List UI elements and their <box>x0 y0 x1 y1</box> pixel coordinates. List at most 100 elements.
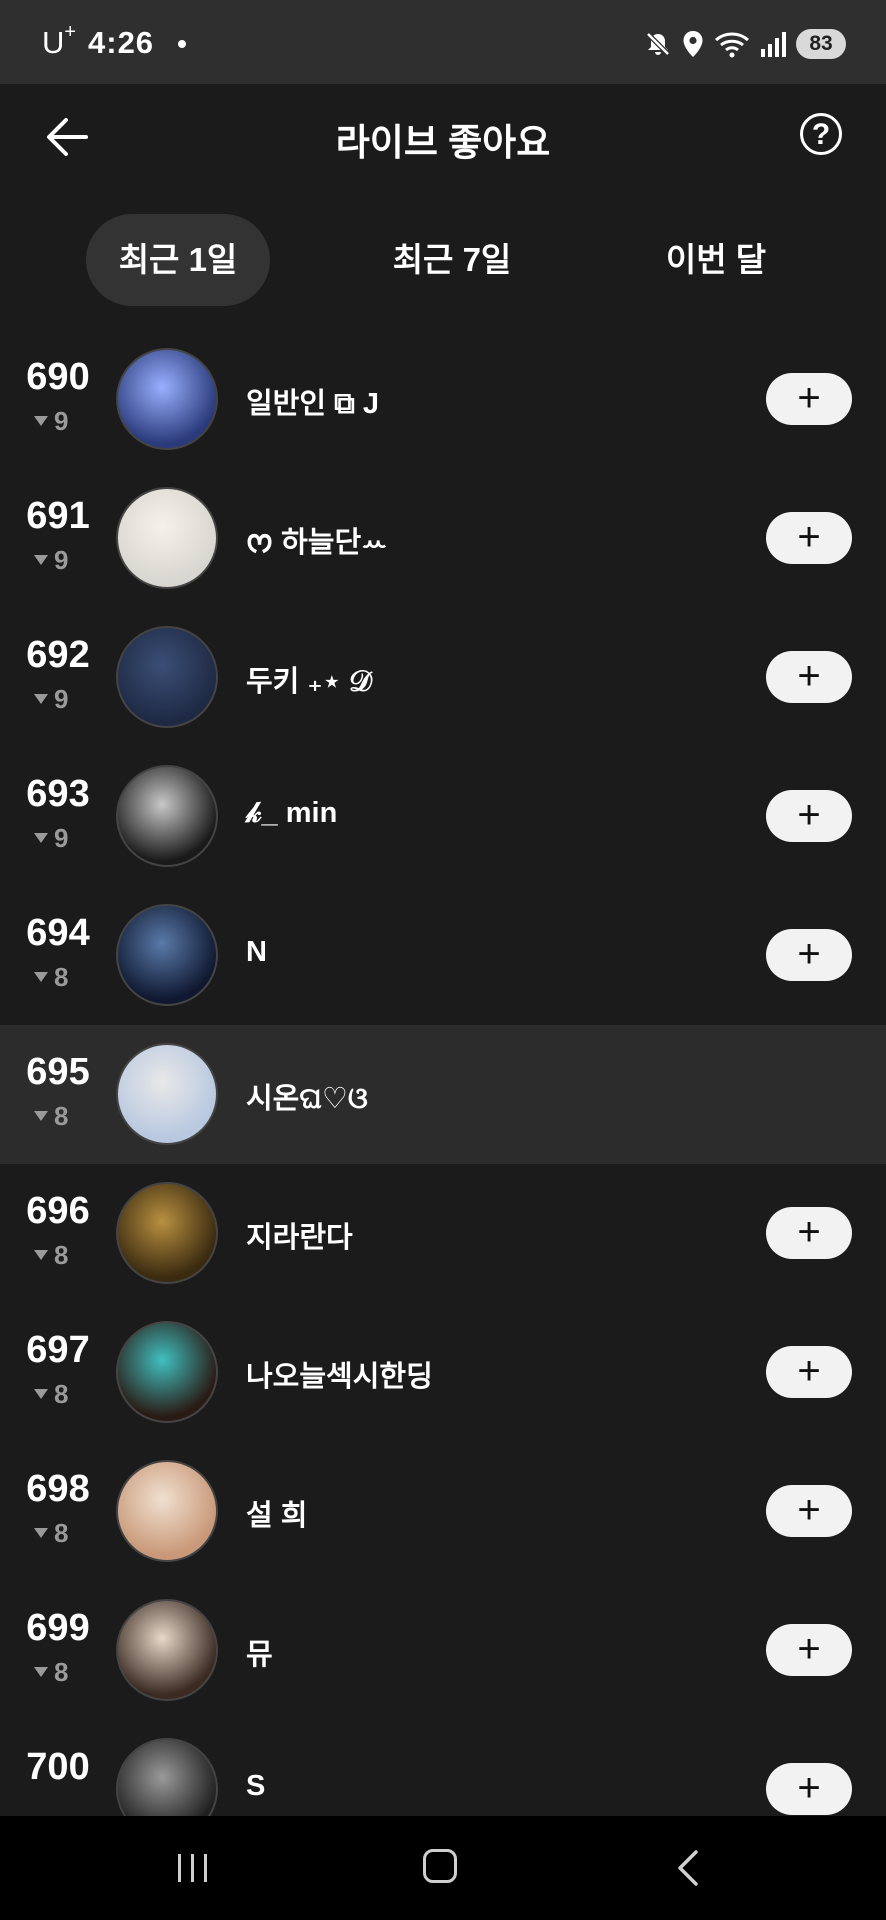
rank-change-value: 8 <box>54 1518 69 1548</box>
follow-button[interactable]: + <box>766 790 852 842</box>
rank-change: 9 <box>34 545 94 576</box>
rank-number: 700 <box>26 1746 90 1788</box>
rank-change: 9 <box>34 684 94 715</box>
rank-change: 9 <box>34 823 94 854</box>
rank-change: 8 <box>34 1518 94 1549</box>
list-item[interactable]: 695 8 시온ଘ♡ଓ <box>0 1025 886 1164</box>
down-triangle-icon <box>34 1111 48 1122</box>
system-nav-bar <box>0 1816 886 1920</box>
location-icon <box>683 31 703 57</box>
username[interactable]: 일반인 ⧉ J <box>246 380 379 422</box>
battery-indicator: 83 <box>796 29 846 59</box>
help-button[interactable]: ? <box>800 113 842 155</box>
rank-number: 699 <box>26 1607 90 1649</box>
page-title: 라이브 좋아요 <box>335 122 551 163</box>
rank-change: 8 <box>34 962 94 993</box>
down-triangle-icon <box>34 1667 48 1678</box>
rank-change: 9 <box>34 406 94 437</box>
status-time: 4:26 <box>88 25 155 60</box>
home-icon[interactable] <box>423 1849 457 1883</box>
down-triangle-icon <box>34 694 48 705</box>
tab-last-1-day[interactable]: 최근 1일 <box>86 214 270 306</box>
username[interactable]: ᰔ 하늘단ꕀ <box>246 519 387 566</box>
wifi-icon <box>715 32 749 58</box>
username[interactable]: 설 희 <box>246 1492 307 1534</box>
follow-button[interactable]: + <box>766 1346 852 1398</box>
rank-change-value: 8 <box>54 1101 69 1131</box>
username[interactable]: S <box>246 1770 265 1803</box>
avatar[interactable] <box>116 1738 218 1816</box>
rank-change-value: 9 <box>54 684 69 714</box>
tab-this-month[interactable]: 이번 달 <box>624 214 808 306</box>
rank-number: 692 <box>26 634 90 676</box>
avatar[interactable] <box>116 1599 218 1701</box>
username[interactable]: 나오늘섹시한딩 <box>246 1353 433 1395</box>
notification-dot <box>178 40 186 48</box>
signal-icon <box>761 32 786 57</box>
rank-change-value: 9 <box>54 545 69 575</box>
avatar[interactable] <box>116 1460 218 1562</box>
period-tabs: 최근 1일 최근 7일 이번 달 <box>0 190 886 332</box>
rank-number: 693 <box>26 773 90 815</box>
rank-change-value: 8 <box>54 1240 69 1270</box>
list-item[interactable]: 700 S + <box>0 1720 886 1816</box>
rank-number: 695 <box>26 1051 90 1093</box>
username[interactable]: 𝓀_ min <box>246 797 337 830</box>
list-item[interactable]: 699 8 뮤 + <box>0 1581 886 1720</box>
down-triangle-icon <box>34 1250 48 1261</box>
down-triangle-icon <box>34 1389 48 1400</box>
rank-change-value: 9 <box>54 823 69 853</box>
rank-change-value: 8 <box>54 962 69 992</box>
avatar[interactable] <box>116 1321 218 1423</box>
username[interactable]: N <box>246 936 267 969</box>
username[interactable]: 두키 ₊⋆ 𝒟 <box>246 658 372 700</box>
ranking-list[interactable]: 690 9 일반인 ⧉ J +691 9 ᰔ 하늘단ꕀ +692 9 두키 ₊⋆ 𝒟 +693 9 𝓀… <box>0 332 886 1816</box>
follow-button[interactable]: + <box>766 929 852 981</box>
header: 라이브 좋아요 ? <box>0 84 886 190</box>
follow-button[interactable]: + <box>766 1624 852 1676</box>
rank-number: 694 <box>26 912 90 954</box>
avatar[interactable] <box>116 487 218 589</box>
carrier-label: U+ <box>42 21 77 60</box>
follow-button[interactable]: + <box>766 1207 852 1259</box>
rank-change: 8 <box>34 1240 94 1271</box>
rank-change: 8 <box>34 1657 94 1688</box>
down-triangle-icon <box>34 972 48 983</box>
follow-button[interactable]: + <box>766 1485 852 1537</box>
rank-change: 8 <box>34 1379 94 1410</box>
tab-last-7-days[interactable]: 최근 7일 <box>360 214 544 306</box>
down-triangle-icon <box>34 1528 48 1539</box>
down-triangle-icon <box>34 416 48 427</box>
rank-change: 8 <box>34 1101 94 1132</box>
username[interactable]: 뮤 <box>246 1631 273 1673</box>
down-triangle-icon <box>34 555 48 566</box>
follow-button[interactable]: + <box>766 512 852 564</box>
username[interactable]: 지라란다 <box>246 1214 353 1256</box>
list-item[interactable]: 698 8 설 희 + <box>0 1442 886 1581</box>
rank-change-value: 8 <box>54 1379 69 1409</box>
avatar[interactable] <box>116 626 218 728</box>
list-item[interactable]: 691 9 ᰔ 하늘단ꕀ + <box>0 469 886 608</box>
status-icons: 83 <box>644 24 846 64</box>
recent-apps-icon[interactable] <box>176 1852 210 1884</box>
nav-back-icon[interactable] <box>674 1848 702 1888</box>
avatar[interactable] <box>116 1182 218 1284</box>
avatar[interactable] <box>116 1043 218 1145</box>
follow-button[interactable]: + <box>766 651 852 703</box>
list-item[interactable]: 693 9 𝓀_ min + <box>0 747 886 886</box>
list-item[interactable]: 697 8 나오늘섹시한딩 + <box>0 1303 886 1442</box>
follow-button[interactable]: + <box>766 1763 852 1815</box>
list-item[interactable]: 696 8 지라란다 + <box>0 1164 886 1303</box>
status-bar: U+ 4:26 83 <box>0 0 886 84</box>
username[interactable]: 시온ଘ♡ଓ <box>246 1075 368 1117</box>
avatar[interactable] <box>116 765 218 867</box>
list-item[interactable]: 694 8 N + <box>0 886 886 1025</box>
rank-number: 696 <box>26 1190 90 1232</box>
follow-button[interactable]: + <box>766 373 852 425</box>
avatar[interactable] <box>116 904 218 1006</box>
rank-number: 690 <box>26 356 90 398</box>
rank-number: 691 <box>26 495 90 537</box>
list-item[interactable]: 690 9 일반인 ⧉ J + <box>0 332 886 469</box>
list-item[interactable]: 692 9 두키 ₊⋆ 𝒟 + <box>0 608 886 747</box>
avatar[interactable] <box>116 348 218 450</box>
